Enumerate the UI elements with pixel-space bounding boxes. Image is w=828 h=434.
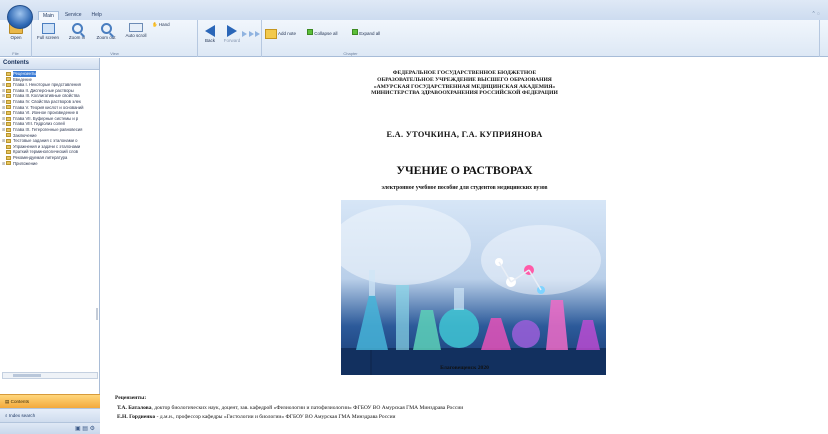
tab-help[interactable]: Help	[88, 11, 106, 20]
add-note-icon	[265, 29, 277, 39]
back-arrow-icon	[205, 25, 215, 37]
folder-icon	[6, 82, 11, 87]
tab-service[interactable]: Service	[61, 11, 86, 20]
zoom-in-button[interactable]: Zoom in	[65, 23, 89, 40]
forward-arrow-icon	[227, 25, 237, 37]
full-screen-button[interactable]: Full screen	[35, 23, 61, 40]
ribbon: Open File Full screen Zoom in Zoom out A…	[0, 20, 828, 57]
full-screen-icon	[41, 23, 55, 34]
reviewer-1: Т.А. Баталова, доктор биологических наук…	[117, 404, 464, 411]
cover-image	[341, 200, 606, 375]
group-label-file: File	[12, 51, 19, 56]
tree-horizontal-scrollbar[interactable]	[2, 372, 98, 379]
prev-page-icon	[248, 31, 254, 37]
tree-item[interactable]: ⊞ Приложение	[2, 161, 97, 167]
ribbon-minimize-icon[interactable]: ⌃ ◌	[811, 11, 820, 17]
hand-icon: ✋	[152, 22, 158, 27]
add-note-button[interactable]: Add note	[265, 29, 303, 39]
collapse-all-button[interactable]: Collapse all	[307, 29, 349, 36]
ribbon-tabs: Main Service Help	[38, 11, 106, 20]
group-view: Full screen Zoom in Zoom out Auto scroll…	[32, 20, 198, 57]
folder-icon	[6, 77, 11, 82]
folder-icon	[6, 138, 11, 143]
folder-icon	[6, 155, 11, 160]
lab-glassware-image	[341, 205, 606, 375]
scroll-thumb[interactable]	[13, 374, 41, 377]
contents-nav-tab[interactable]: ▤ Contents	[0, 394, 100, 408]
folder-icon	[6, 150, 11, 155]
folder-icon	[6, 116, 11, 121]
group-label-view: View	[110, 51, 119, 56]
expand-all-icon	[352, 29, 358, 35]
folder-icon	[6, 122, 11, 127]
document-title: УЧЕНИЕ О РАСТВОРАХ	[396, 163, 533, 177]
first-page-icon	[242, 31, 248, 37]
reviewers-section: Рецензенты: Т.А. Баталова, доктор биолог…	[115, 394, 464, 423]
city-year: Благовещенск 2020	[440, 365, 489, 371]
authors: Е.А. УТОЧКИНА, Г.А. КУПРИЯНОВА	[386, 130, 543, 139]
contents-title: Contents	[0, 58, 99, 70]
folder-icon	[6, 110, 11, 115]
navigation-arrows[interactable]	[242, 31, 260, 38]
expand-all-button[interactable]: Expand all	[352, 29, 394, 36]
forward-button[interactable]: Forward	[220, 25, 244, 43]
next-page-icon	[254, 31, 260, 37]
contents-panel: Contents Рецензенты Введение ⊞ Глава I. Нек…	[0, 58, 100, 434]
nav-footer: ▣ ▤ ⚙	[0, 422, 100, 434]
contents-tree: Рецензенты Введение ⊞ Глава I. Некоторые пр…	[0, 70, 99, 167]
institution-header: ФЕДЕРАЛЬНОЕ ГОСУДАРСТВЕННОЕ БЮДЖЕТНОЕ ОБ…	[371, 70, 558, 97]
group-navigation: Back Forward	[198, 20, 262, 57]
auto-scroll-button[interactable]: Auto scroll	[121, 23, 151, 38]
app-window: Main Service Help ⌃ ◌ Open File Full scr…	[0, 0, 828, 434]
folder-icon	[6, 144, 11, 149]
search-icon: ⌕	[5, 413, 8, 418]
group-label-chapter: Chapter	[343, 51, 358, 56]
nav-options-icon[interactable]: ▣ ▤ ⚙	[75, 426, 95, 432]
folder-icon	[6, 105, 11, 110]
document-subtitle: электронное учебное пособие для студенто…	[381, 185, 548, 191]
tree-vertical-scrollbar[interactable]	[96, 308, 98, 320]
app-menu-button[interactable]	[7, 5, 33, 29]
folder-icon	[6, 71, 11, 76]
reviewers-heading: Рецензенты:	[115, 395, 147, 401]
auto-scroll-icon	[129, 23, 143, 32]
hand-button[interactable]: ✋ Hand	[152, 22, 174, 28]
zoom-out-icon	[100, 23, 112, 34]
folder-icon	[6, 99, 11, 104]
folder-icon	[6, 94, 11, 99]
folder-icon	[6, 127, 11, 132]
folder-icon	[6, 88, 11, 93]
tree-item-label: Приложение	[13, 160, 38, 166]
back-button[interactable]: Back	[200, 25, 220, 43]
collapse-all-icon	[307, 29, 313, 35]
folder-icon	[6, 133, 11, 138]
tab-main[interactable]: Main	[38, 11, 59, 20]
document-viewer[interactable]: ФЕДЕРАЛЬНОЕ ГОСУДАРСТВЕННОЕ БЮДЖЕТНОЕ ОБ…	[101, 58, 828, 434]
reviewer-2: Е.Н. Гордиенко - д.м.н., профессор кафед…	[117, 414, 396, 420]
index-search-nav-tab[interactable]: ⌕ Index search	[0, 408, 100, 422]
folder-icon	[6, 161, 11, 166]
zoom-out-button[interactable]: Zoom out	[93, 23, 119, 40]
zoom-in-icon	[71, 23, 83, 34]
group-chapter: Add note Collapse all Expand all Chapter	[262, 20, 820, 57]
contents-tab-icon: ▤	[5, 399, 10, 404]
